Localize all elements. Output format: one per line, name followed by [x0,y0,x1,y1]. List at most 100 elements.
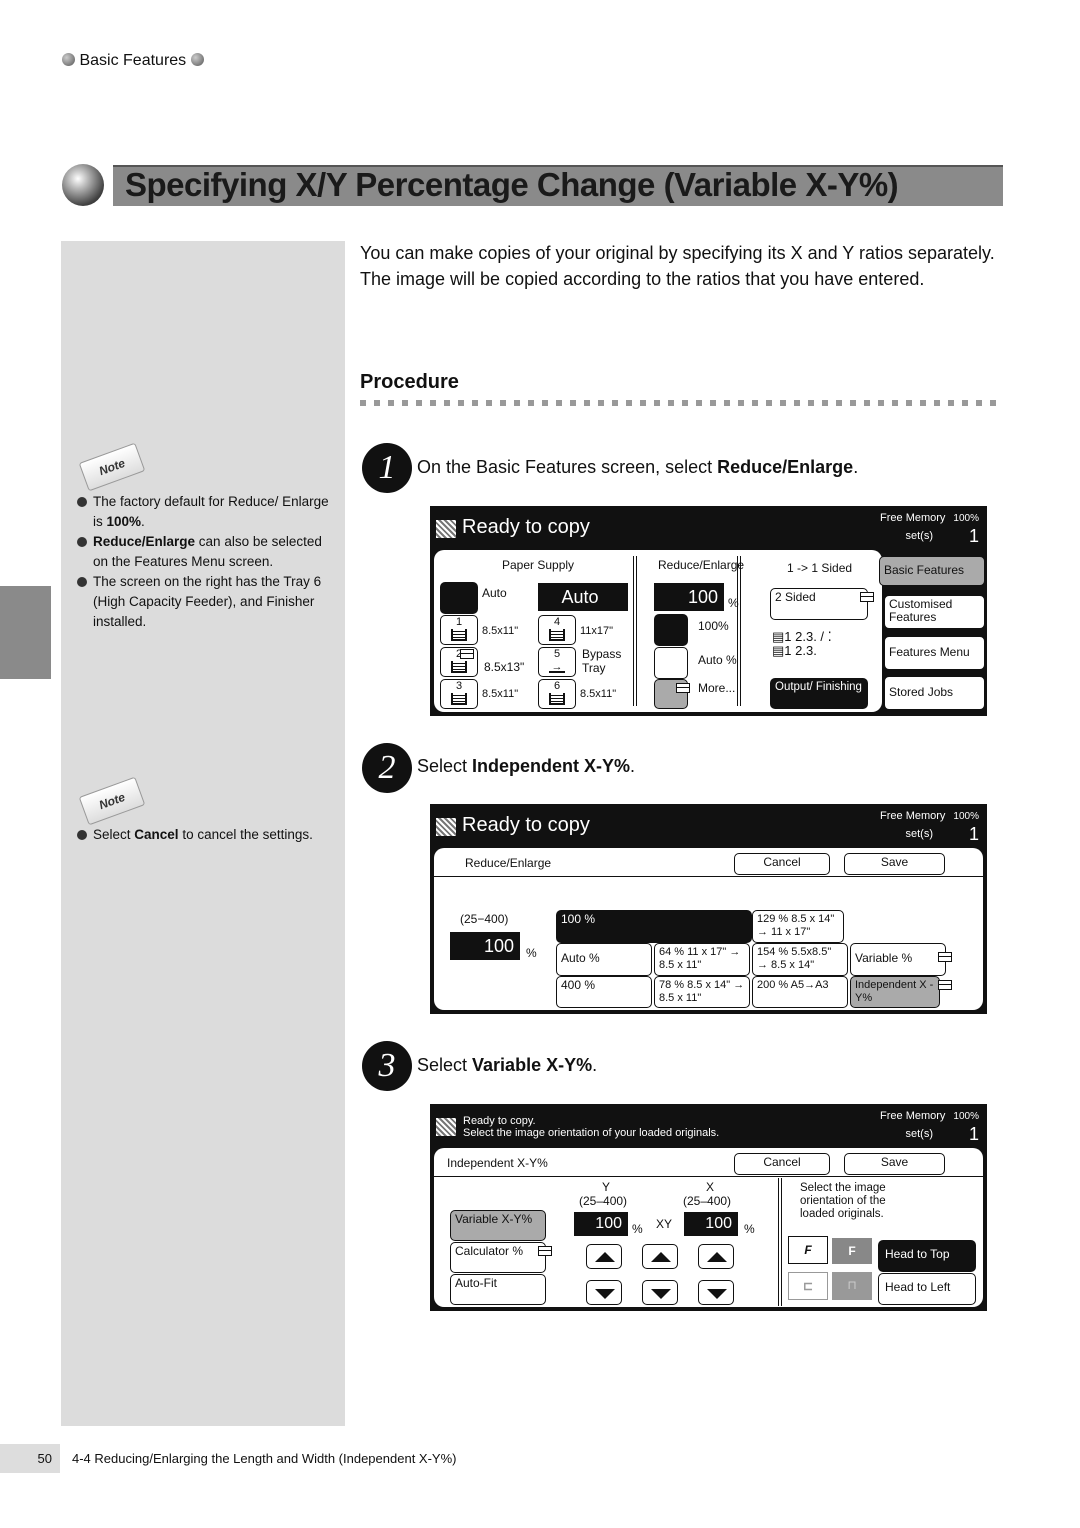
sets-label: set(s) [905,828,934,840]
auto-percent-label: Auto % [698,653,737,667]
bullet-icon [190,53,204,66]
divider [633,556,637,706]
cancel-button[interactable]: Cancel [734,1153,830,1175]
divider [778,1178,782,1306]
y-value-display: 100 [574,1212,628,1236]
tab-stored-jobs[interactable]: Stored Jobs [884,676,985,710]
tray-1-button[interactable]: 1 [440,615,478,645]
preset-100-button[interactable]: 100 % [556,910,752,943]
preset-200-button[interactable]: 200 % A5→A3 [752,976,848,1008]
sets-count: 1 [968,1124,979,1144]
submenu-icon [938,980,952,990]
section-name: Basic Features [79,52,187,69]
ratio-display: 100 [654,583,724,611]
status-message: Select the image orientation of your loa… [463,1127,720,1139]
orientation-instruction: Select the image orientation of the load… [800,1182,886,1220]
tray-6-button[interactable]: 6 [538,679,576,709]
variable-percent-button[interactable]: Variable % [850,943,946,976]
sets-label: set(s) [905,530,934,542]
ratio-display: 100 [450,932,520,960]
range-label: (25−400) [460,912,509,926]
note-list: The factory default for Reduce/ Enlarge … [77,492,337,632]
sets-count: 1 [968,526,979,546]
auto-tray-button[interactable] [440,582,478,614]
preset-78-button[interactable]: 78 % 8.5 x 14" → 8.5 x 11" [654,976,750,1008]
independent-xy-button[interactable]: Independent X - Y% [850,976,940,1008]
percent-sign: % [744,1222,755,1236]
y-range: (25–400) [579,1194,628,1208]
screen-subtitle: Reduce/Enlarge [465,856,552,870]
tab-customised-features[interactable]: Customised Features [884,595,985,629]
head-to-left-button[interactable]: Head to Left [878,1273,976,1305]
sets-label: set(s) [905,1128,934,1140]
head-left-orientation-icon: ⊏ [788,1272,828,1300]
head-to-top-button[interactable]: Head to Top [878,1240,976,1272]
head-left-rotated-icon: ⊓ [832,1272,872,1300]
page-number: 50 [0,1444,60,1473]
status-text: Ready to copy [462,814,590,836]
screen-header: Ready to copy Free Memory 100% set(s) 1 [432,806,985,846]
x-down-arrow-button[interactable] [698,1280,734,1305]
copier-icon [436,520,456,538]
variable-xy-button[interactable]: Variable X-Y% [450,1210,546,1241]
tab-basic-features[interactable]: Basic Features [879,556,985,586]
tray-5-button[interactable]: 5 → [538,647,576,677]
auto-label: Auto [482,586,507,600]
y-down-arrow-button[interactable] [586,1280,622,1305]
save-button[interactable]: Save [844,1153,945,1175]
screen-subtitle: Independent X-Y% [447,1156,548,1170]
xy-down-arrow-button[interactable] [642,1280,678,1305]
procedure-heading: Procedure [360,371,459,393]
submenu-icon [676,683,690,693]
y-up-arrow-button[interactable] [586,1244,622,1269]
tray-icon [549,693,565,705]
percent-sign: % [632,1222,643,1236]
status-text: Ready to copy [462,516,590,538]
copier-icon [436,1118,456,1136]
ratio-100-label: 100% [698,619,729,633]
cancel-button[interactable]: Cancel [734,853,830,875]
output-finishing-button[interactable]: Output/ Finishing [770,678,868,709]
copier-icon [436,818,456,836]
tray-size: 11x17" [580,625,614,637]
note-list: Select Cancel to cancel the settings. [77,825,337,845]
save-button[interactable]: Save [844,853,945,875]
head-top-orientation-icon: F [788,1236,828,1264]
preset-154-button[interactable]: 154 % 5.5x8.5" → 8.5 x 14" [752,943,848,976]
tray-size: 8.5x11" [482,625,519,637]
preset-129-button[interactable]: 129 % 8.5 x 14" → 11 x 17" [752,910,844,943]
bypass-icon: → [549,661,565,673]
x-up-arrow-button[interactable] [698,1244,734,1269]
preset-400-button[interactable]: 400 % [556,976,652,1008]
y-label: Y [602,1180,611,1194]
sided-label: 1 -> 1 Sided [787,561,853,575]
x-label: X [706,1180,715,1194]
head-top-rotated-icon: F [832,1238,872,1264]
reduce-enlarge-screen: Ready to copy Free Memory 100% set(s) 1 R… [430,804,987,1014]
dotted-divider [360,400,1002,406]
bullet-icon [62,53,75,66]
preset-64-button[interactable]: 64 % 11 x 17" → 8.5 x 11" [654,943,750,976]
tab-features-menu[interactable]: Features Menu [884,636,985,670]
submenu-icon [460,649,474,659]
submenu-icon [538,1246,552,1256]
step-text: On the Basic Features screen, select Red… [417,457,859,477]
auto-percent-button[interactable]: Auto % [556,943,652,976]
note-item: Reduce/Enlarge can also be selected on t… [77,532,337,572]
auto-fit-button[interactable]: Auto-Fit [450,1274,546,1305]
divider [737,556,741,706]
two-sided-button[interactable]: 2 Sided [770,588,868,620]
intro-text: You can make copies of your original by … [360,243,995,289]
xy-up-arrow-button[interactable] [642,1244,678,1269]
auto-percent-button[interactable] [654,647,688,679]
calculator-percent-button[interactable]: Calculator % [450,1242,546,1273]
step-number: 3 [362,1041,412,1091]
tray-3-button[interactable]: 3 [440,679,478,709]
tray-4-button[interactable]: 4 [538,615,576,645]
percent-sign: % [526,946,537,960]
ratio-100-button[interactable] [654,614,688,646]
note-item: Select Cancel to cancel the settings. [77,825,337,845]
x-value-display: 100 [684,1212,738,1236]
step-text: Select Independent X-Y%. [417,756,636,776]
collate-icon: ▤1 2.3. / ⁚ ▤1 2.3. [772,629,832,658]
